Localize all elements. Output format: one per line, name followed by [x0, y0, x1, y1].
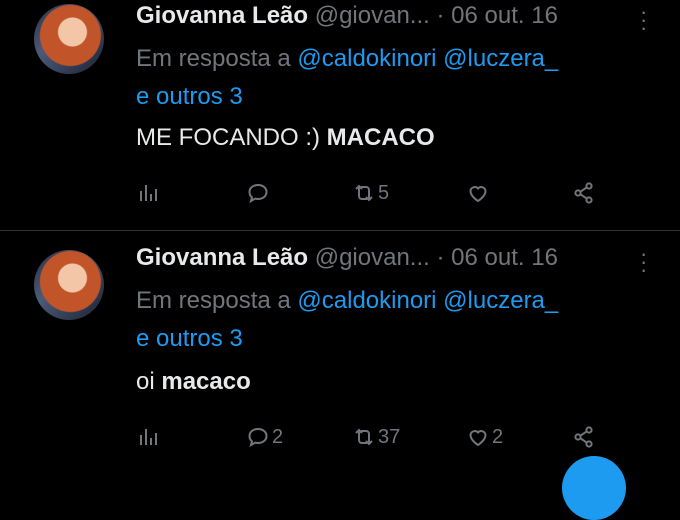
mention-link[interactable]: @luczera_: [443, 45, 558, 72]
reply-context: Em resposta a @caldokinori @luczera_ e o…: [136, 282, 656, 358]
display-name[interactable]: Giovanna Leão: [136, 244, 308, 271]
tweet[interactable]: Giovanna Leão @giovan... · 06 out. 16 · ·…: [0, 238, 680, 474]
separator-dot: ·: [436, 244, 445, 271]
tweet-date[interactable]: 06 out. 16: [451, 2, 558, 29]
tweet-date[interactable]: 06 out. 16: [451, 244, 558, 271]
tweet-header: Giovanna Leão @giovan... · 06 out. 16: [136, 2, 558, 34]
tweet[interactable]: Giovanna Leão @giovan... · 06 out. 16 · ·…: [0, 0, 680, 228]
user-handle[interactable]: @giovan...: [315, 2, 430, 29]
reply-icon: [248, 427, 268, 448]
others-link[interactable]: e outros 3: [136, 325, 243, 352]
heart-icon: [469, 430, 487, 447]
retweet-count: 5: [378, 181, 390, 204]
share-icon: [574, 426, 593, 448]
reply-button[interactable]: 2: [246, 420, 283, 454]
user-handle[interactable]: @giovan...: [315, 244, 430, 271]
share-icon: [574, 182, 593, 204]
separator-dot: ·: [436, 2, 445, 29]
reply-button[interactable]: [246, 176, 272, 210]
tweet-divider: [0, 230, 680, 231]
retweet-button[interactable]: 5: [352, 176, 389, 210]
more-vertical-icon[interactable]: · · ·: [640, 243, 647, 281]
mention-link[interactable]: @luczera_: [443, 287, 558, 314]
views-button[interactable]: [136, 420, 160, 454]
tweet-header: Giovanna Leão @giovan... · 06 out. 16: [136, 244, 558, 276]
like-button[interactable]: 2: [466, 420, 503, 454]
mention-link[interactable]: @caldokinori: [297, 45, 436, 72]
views-button[interactable]: [136, 176, 160, 210]
tweet-text-main: ME FOCANDO :): [136, 124, 327, 151]
tweet-text: ME FOCANDO :) MACACO: [136, 124, 435, 152]
retweet-button[interactable]: 37: [352, 420, 400, 454]
avatar[interactable]: [34, 250, 104, 320]
tweet-actions: 5: [136, 176, 616, 210]
share-button[interactable]: [572, 420, 596, 454]
tweet-text-main: oi: [136, 368, 162, 395]
retweet-icon: [355, 428, 373, 446]
avatar[interactable]: [34, 4, 104, 74]
tweet-actions: 2 37 2: [136, 420, 616, 454]
reply-prefix: Em resposta a: [136, 45, 291, 72]
reply-context: Em resposta a @caldokinori @luczera_ e o…: [136, 40, 656, 116]
tweet-text-highlight: macaco: [161, 368, 251, 395]
reply-count: 2: [272, 425, 284, 448]
retweet-count: 37: [378, 425, 401, 448]
others-link[interactable]: e outros 3: [136, 83, 243, 110]
reply-icon: [248, 183, 268, 204]
mention-link[interactable]: @caldokinori: [297, 287, 436, 314]
like-button[interactable]: [466, 176, 492, 210]
bar-chart-icon: [140, 185, 157, 201]
more-vertical-icon[interactable]: · · ·: [640, 1, 647, 39]
heart-icon: [469, 186, 487, 203]
compose-button[interactable]: [562, 456, 626, 520]
bar-chart-icon: [140, 429, 157, 445]
like-count: 2: [492, 425, 504, 448]
retweet-icon: [355, 184, 373, 202]
tweet-text-highlight: MACACO: [326, 124, 435, 151]
display-name[interactable]: Giovanna Leão: [136, 2, 308, 29]
reply-prefix: Em resposta a: [136, 287, 291, 314]
tweet-text: oi macaco: [136, 368, 251, 396]
share-button[interactable]: [572, 176, 596, 210]
